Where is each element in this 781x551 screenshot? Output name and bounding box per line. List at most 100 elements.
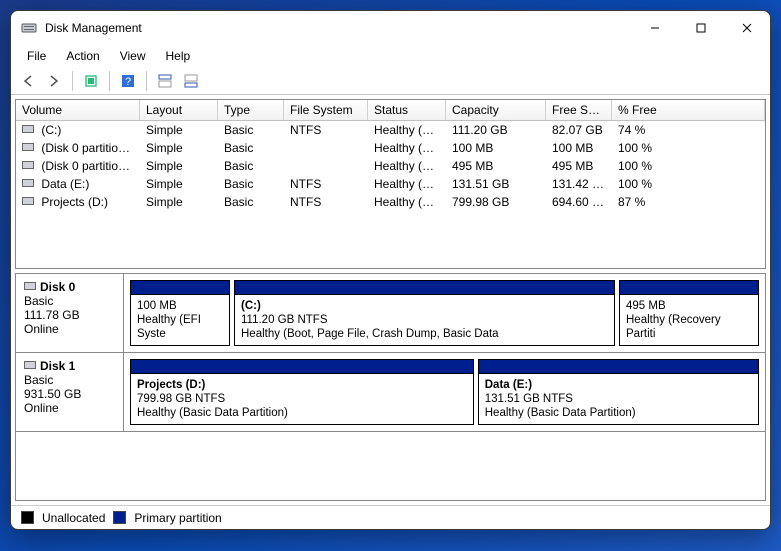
partition[interactable]: Data (E:)131.51 GB NTFSHealthy (Basic Da… bbox=[478, 359, 759, 425]
header-type[interactable]: Type bbox=[218, 100, 284, 120]
volume-icon bbox=[22, 179, 34, 187]
menu-action[interactable]: Action bbox=[56, 47, 109, 65]
partition[interactable]: 495 MBHealthy (Recovery Partiti bbox=[619, 280, 759, 346]
header-volume[interactable]: Volume bbox=[16, 100, 140, 120]
cell-fs bbox=[284, 140, 368, 156]
partition-text: Projects (D:)799.98 GB NTFSHealthy (Basi… bbox=[131, 374, 473, 424]
disk-label[interactable]: Disk 1Basic931.50 GBOnline bbox=[16, 353, 124, 431]
forward-button[interactable] bbox=[43, 70, 65, 92]
cell-pct: 100 % bbox=[612, 158, 698, 174]
view-top-button[interactable] bbox=[154, 70, 176, 92]
minimize-button[interactable] bbox=[632, 13, 678, 43]
cell-fs: NTFS bbox=[284, 194, 368, 210]
disk-graphic-pane[interactable]: Disk 0Basic111.78 GBOnline100 MBHealthy … bbox=[15, 273, 766, 501]
disk-partitions: 100 MBHealthy (EFI Syste(C:)111.20 GB NT… bbox=[124, 274, 765, 352]
cell-free: 82.07 GB bbox=[546, 122, 612, 138]
legend-swatch-primary bbox=[113, 511, 126, 524]
cell-pct: 100 % bbox=[612, 176, 698, 192]
partition[interactable]: (C:)111.20 GB NTFSHealthy (Boot, Page Fi… bbox=[234, 280, 615, 346]
cell-fs: NTFS bbox=[284, 176, 368, 192]
toolbar-separator bbox=[109, 71, 110, 91]
menu-view[interactable]: View bbox=[110, 47, 156, 65]
cell-volume: Data (E:) bbox=[16, 176, 140, 192]
volume-list-pane[interactable]: Volume Layout Type File System Status Ca… bbox=[15, 99, 766, 269]
cell-status: Healthy (B... bbox=[368, 176, 446, 192]
partition-stripe bbox=[131, 360, 473, 374]
volume-row[interactable]: Projects (D:)SimpleBasicNTFSHealthy (B..… bbox=[16, 193, 765, 211]
svg-text:?: ? bbox=[125, 76, 131, 88]
content-area: Volume Layout Type File System Status Ca… bbox=[11, 95, 770, 529]
toolbar-separator bbox=[72, 71, 73, 91]
header-layout[interactable]: Layout bbox=[140, 100, 218, 120]
cell-type: Basic bbox=[218, 122, 284, 138]
partition[interactable]: Projects (D:)799.98 GB NTFSHealthy (Basi… bbox=[130, 359, 474, 425]
cell-pct: 100 % bbox=[612, 140, 698, 156]
disk-icon bbox=[24, 361, 36, 369]
cell-pct: 74 % bbox=[612, 122, 698, 138]
partition-text: (C:)111.20 GB NTFSHealthy (Boot, Page Fi… bbox=[235, 295, 614, 345]
legend-label-primary: Primary partition bbox=[134, 511, 221, 525]
header-filesystem[interactable]: File System bbox=[284, 100, 368, 120]
volume-row[interactable]: Data (E:)SimpleBasicNTFSHealthy (B...131… bbox=[16, 175, 765, 193]
cell-volume: Projects (D:) bbox=[16, 194, 140, 210]
toolbar-separator bbox=[146, 71, 147, 91]
cell-layout: Simple bbox=[140, 122, 218, 138]
legend: Unallocated Primary partition bbox=[11, 505, 770, 529]
cell-volume: (Disk 0 partition 1) bbox=[16, 140, 140, 156]
volume-row[interactable]: (C:)SimpleBasicNTFSHealthy (B...111.20 G… bbox=[16, 121, 765, 139]
cell-type: Basic bbox=[218, 158, 284, 174]
partition-stripe bbox=[479, 360, 758, 374]
cell-type: Basic bbox=[218, 176, 284, 192]
cell-layout: Simple bbox=[140, 158, 218, 174]
partition-stripe bbox=[620, 281, 758, 295]
volume-icon bbox=[22, 161, 34, 169]
header-pctfree[interactable]: % Free bbox=[612, 100, 765, 120]
cell-volume: (Disk 0 partition 4) bbox=[16, 158, 140, 174]
cell-fs: NTFS bbox=[284, 122, 368, 138]
view-bottom-button[interactable] bbox=[180, 70, 202, 92]
volume-icon bbox=[22, 125, 34, 133]
header-status[interactable]: Status bbox=[368, 100, 446, 120]
maximize-button[interactable] bbox=[678, 13, 724, 43]
cell-status: Healthy (R... bbox=[368, 158, 446, 174]
close-button[interactable] bbox=[724, 13, 770, 43]
legend-swatch-unallocated bbox=[21, 511, 34, 524]
volume-list-header: Volume Layout Type File System Status Ca… bbox=[16, 100, 765, 121]
volume-icon bbox=[22, 197, 34, 205]
cell-free: 694.60 GB bbox=[546, 194, 612, 210]
cell-free: 495 MB bbox=[546, 158, 612, 174]
titlebar[interactable]: Disk Management bbox=[11, 11, 770, 45]
cell-free: 131.42 GB bbox=[546, 176, 612, 192]
cell-type: Basic bbox=[218, 194, 284, 210]
volume-row[interactable]: (Disk 0 partition 1)SimpleBasicHealthy (… bbox=[16, 139, 765, 157]
partition[interactable]: 100 MBHealthy (EFI Syste bbox=[130, 280, 230, 346]
cell-status: Healthy (B... bbox=[368, 122, 446, 138]
cell-layout: Simple bbox=[140, 140, 218, 156]
legend-label-unallocated: Unallocated bbox=[42, 511, 105, 525]
cell-status: Healthy (E... bbox=[368, 140, 446, 156]
menubar: File Action View Help bbox=[11, 45, 770, 67]
header-capacity[interactable]: Capacity bbox=[446, 100, 546, 120]
cell-status: Healthy (B... bbox=[368, 194, 446, 210]
cell-capacity: 131.51 GB bbox=[446, 176, 546, 192]
disk-icon bbox=[24, 282, 36, 290]
disk-rows: Disk 0Basic111.78 GBOnline100 MBHealthy … bbox=[16, 274, 765, 432]
disk-label[interactable]: Disk 0Basic111.78 GBOnline bbox=[16, 274, 124, 352]
partition-stripe bbox=[131, 281, 229, 295]
header-freespace[interactable]: Free Spa... bbox=[546, 100, 612, 120]
back-button[interactable] bbox=[17, 70, 39, 92]
cell-layout: Simple bbox=[140, 194, 218, 210]
volume-rows: (C:)SimpleBasicNTFSHealthy (B...111.20 G… bbox=[16, 121, 765, 211]
cell-capacity: 495 MB bbox=[446, 158, 546, 174]
menu-help[interactable]: Help bbox=[156, 47, 201, 65]
menu-file[interactable]: File bbox=[17, 47, 56, 65]
disk-partitions: Projects (D:)799.98 GB NTFSHealthy (Basi… bbox=[124, 353, 765, 431]
help-button[interactable]: ? bbox=[117, 70, 139, 92]
disk-row: Disk 1Basic931.50 GBOnlineProjects (D:)7… bbox=[16, 353, 765, 432]
volume-row[interactable]: (Disk 0 partition 4)SimpleBasic Healthy (… bbox=[16, 157, 765, 175]
window-title: Disk Management bbox=[45, 21, 632, 35]
cell-volume: (C:) bbox=[16, 122, 140, 138]
refresh-button[interactable] bbox=[80, 70, 102, 92]
cell-fs bbox=[284, 158, 368, 174]
partition-stripe bbox=[235, 281, 614, 295]
